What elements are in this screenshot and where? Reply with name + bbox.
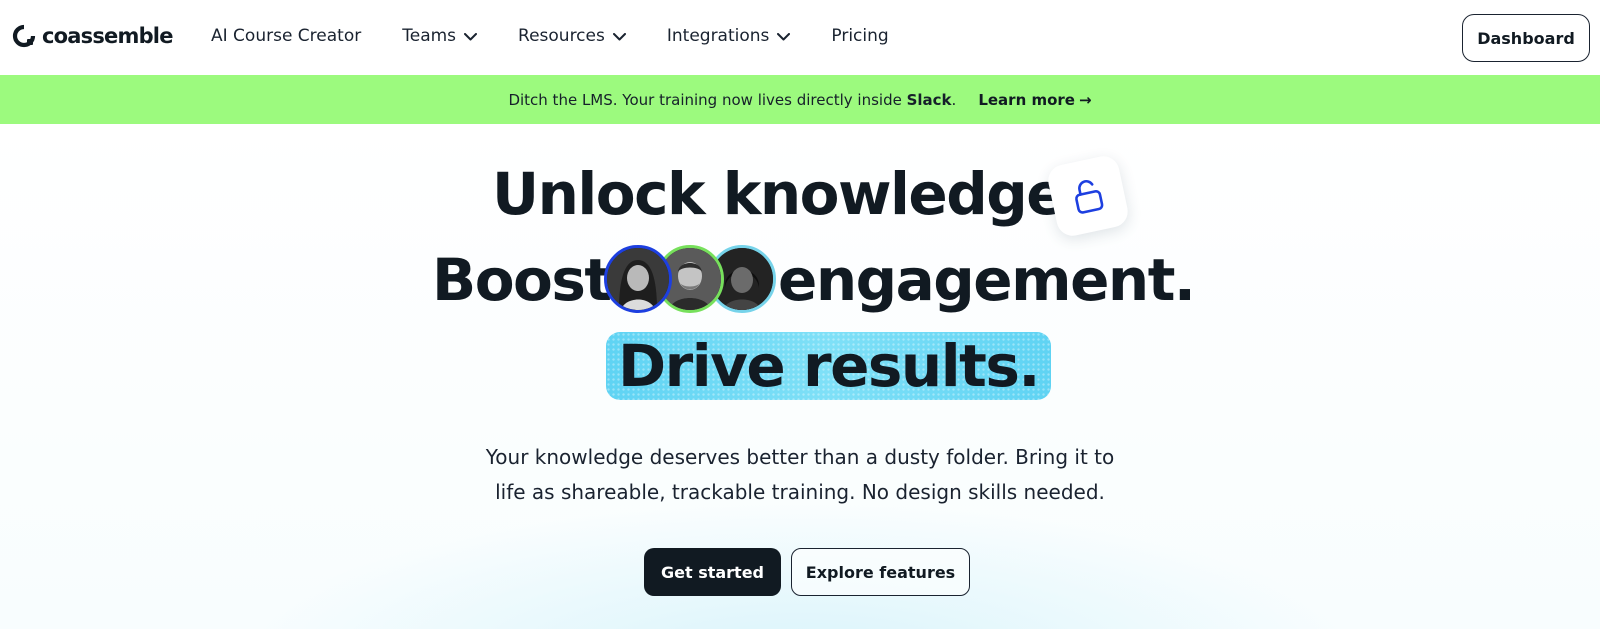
nav-item-ai-course-creator[interactable]: AI Course Creator: [211, 26, 361, 46]
avatar-group: [604, 245, 776, 315]
coassemble-logo-icon: [12, 24, 36, 48]
dashboard-button[interactable]: Dashboard: [1462, 14, 1590, 62]
nav-label: Resources: [518, 26, 605, 46]
explore-features-button[interactable]: Explore features: [791, 548, 970, 596]
banner-text-slack: Slack: [906, 90, 952, 109]
chevron-down-icon: [612, 33, 626, 41]
nav-label: Teams: [402, 26, 457, 46]
subcopy-line-1: Your knowledge deserves better than a du…: [485, 445, 1115, 469]
headline-line-1: Unlock knowledge: [492, 160, 1066, 228]
subcopy-line-2: life as shareable, trackable training. N…: [495, 480, 1105, 504]
nav-item-integrations[interactable]: Integrations: [667, 26, 791, 46]
banner-text-after: .: [951, 90, 957, 109]
chevron-down-icon: [777, 33, 791, 41]
logo-text: coassemble: [42, 24, 173, 48]
nav-item-pricing[interactable]: Pricing: [831, 26, 888, 46]
banner-message: Ditch the LMS. Your training now lives d…: [508, 91, 956, 109]
unlock-icon: [1075, 179, 1104, 214]
nav-label: Pricing: [831, 26, 889, 46]
announcement-banner: Ditch the LMS. Your training now lives d…: [0, 75, 1600, 124]
headline-line-3: Drive results.: [618, 332, 1040, 400]
hero-subcopy: Your knowledge deserves better than a du…: [460, 440, 1140, 510]
chevron-down-icon: [464, 33, 478, 41]
headline-highlight: Drive results.: [606, 332, 1051, 400]
person-woman-icon: [607, 248, 669, 310]
coassemble-logo[interactable]: coassemble: [12, 24, 173, 48]
banner-text-before: Ditch the LMS. Your training now lives d…: [508, 90, 907, 109]
headline-engagement: engagement.: [778, 246, 1196, 314]
nav-item-resources[interactable]: Resources: [518, 26, 626, 46]
site-header: coassemble AI Course Creator Teams Resou…: [0, 0, 1600, 75]
nav-label: Integrations: [666, 26, 770, 46]
avatar: [604, 245, 672, 313]
nav-item-teams[interactable]: Teams: [402, 26, 478, 46]
main-nav: AI Course Creator Teams Resources Integr…: [211, 26, 930, 46]
headline-boost: Boost: [432, 246, 612, 314]
unlock-badge: [1045, 153, 1131, 239]
learn-more-link[interactable]: Learn more →: [978, 91, 1091, 109]
learn-more-label: Learn more: [978, 90, 1075, 109]
arrow-right-icon: →: [1078, 90, 1092, 109]
nav-label: AI Course Creator: [211, 26, 362, 46]
hero-section: Unlock knowledge Boost engagement. Drive…: [0, 124, 1600, 629]
cta-row: Get started Explore features: [644, 548, 970, 596]
get-started-button[interactable]: Get started: [644, 548, 781, 596]
